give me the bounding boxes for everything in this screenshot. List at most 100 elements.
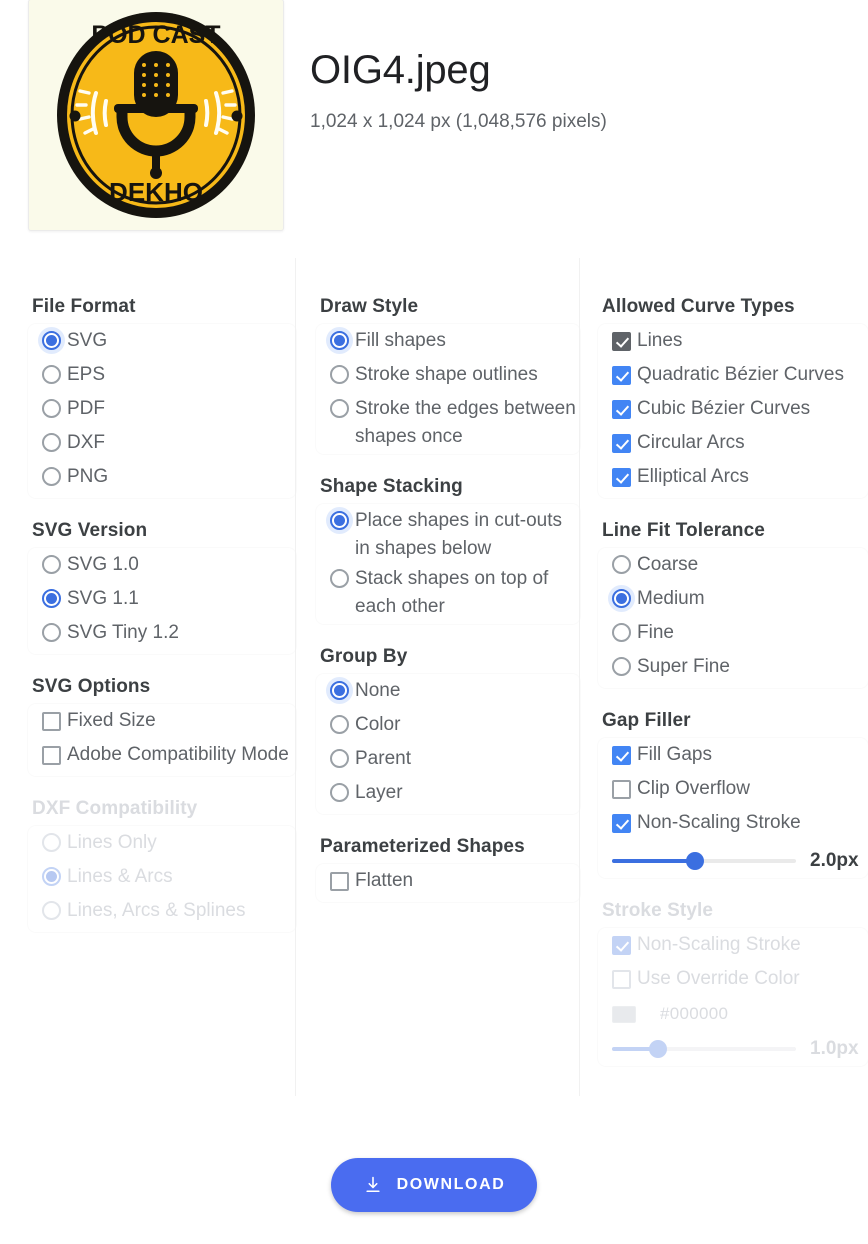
slider-thumb[interactable] — [685, 852, 704, 870]
checkbox-checked[interactable] — [612, 814, 631, 833]
radio-unselected[interactable] — [612, 657, 631, 676]
section-title: Shape Stacking — [320, 476, 463, 497]
export-options-page: POD CAST DEKHO OIG4.jpeg 1,024 x 1,024 p… — [0, 0, 868, 1244]
option-label: Cubic Bézier Curves — [637, 398, 811, 419]
checkbox-unchecked[interactable] — [330, 872, 349, 891]
checkbox-unchecked[interactable] — [42, 712, 61, 731]
radio-selected[interactable] — [39, 328, 64, 353]
option-circular-arcs[interactable]: Circular Arcs — [598, 428, 868, 462]
image-thumbnail[interactable]: POD CAST DEKHO — [28, 0, 284, 231]
radio-unselected[interactable] — [612, 623, 631, 642]
option-clip-overflow[interactable]: Clip Overflow — [598, 774, 868, 808]
section-title: Draw Style — [320, 296, 419, 317]
radio-unselected — [42, 901, 61, 920]
option-medium[interactable]: Medium — [598, 584, 868, 618]
section-title: Allowed Curve Types — [602, 296, 795, 317]
option-stroke-the-edges-between-shapes-once[interactable]: Stroke the edges between shapes once — [316, 394, 580, 452]
option-group: Lines Only Lines & Arcs Lines, Arcs & Spli… — [28, 826, 296, 932]
radio-selected[interactable] — [609, 586, 634, 611]
option-place-shapes-in-cut-outs-in-shapes-below[interactable]: Place shapes in cut-outs in shapes below — [316, 506, 580, 564]
option-lines[interactable]: Lines — [598, 326, 868, 360]
checkbox-checked[interactable] — [612, 468, 631, 487]
option-label: Lines Only — [67, 832, 157, 853]
radio-selected[interactable] — [327, 328, 352, 353]
stroke-width-slider-row: 2.0px — [598, 842, 868, 876]
radio-unselected[interactable] — [330, 569, 349, 588]
radio-selected[interactable] — [327, 508, 352, 533]
radio-unselected[interactable] — [42, 623, 61, 642]
option-label: Circular Arcs — [637, 432, 745, 453]
file-info: OIG4.jpeg 1,024 x 1,024 px (1,048,576 pi… — [284, 0, 607, 133]
checkbox-checked[interactable] — [612, 366, 631, 385]
checkbox-checked[interactable] — [612, 400, 631, 419]
radio-unselected[interactable] — [330, 365, 349, 384]
option-svg[interactable]: SVG — [28, 326, 296, 360]
option-none[interactable]: None — [316, 676, 580, 710]
option-group: Flatten — [316, 864, 580, 902]
radio-unselected[interactable] — [42, 555, 61, 574]
radio-unselected[interactable] — [330, 715, 349, 734]
option-elliptical-arcs[interactable]: Elliptical Arcs — [598, 462, 868, 496]
radio-selected[interactable] — [42, 589, 61, 608]
radio-unselected[interactable] — [42, 365, 61, 384]
option-fill-gaps[interactable]: Fill Gaps — [598, 740, 868, 774]
checkbox-unchecked[interactable] — [612, 780, 631, 799]
radio-unselected[interactable] — [330, 749, 349, 768]
checkbox-checked[interactable] — [612, 434, 631, 453]
radio-unselected — [42, 833, 61, 852]
stroke-width-slider-row: 1.0px — [598, 1030, 868, 1064]
option-pdf[interactable]: PDF — [28, 394, 296, 428]
option-non-scaling-stroke[interactable]: Non-Scaling Stroke — [598, 808, 868, 842]
radio-unselected[interactable] — [42, 433, 61, 452]
option-label: Fine — [637, 622, 674, 643]
section-title: Line Fit Tolerance — [602, 520, 765, 541]
option-group: Non-Scaling Stroke Use Override Color #000… — [598, 928, 868, 1066]
option-svg-tiny-1-2[interactable]: SVG Tiny 1.2 — [28, 618, 296, 652]
download-button[interactable]: DOWNLOAD — [330, 1158, 538, 1212]
radio-unselected[interactable] — [330, 399, 349, 418]
radio-unselected[interactable] — [330, 783, 349, 802]
option-quadratic-b-zier-curves[interactable]: Quadratic Bézier Curves — [598, 360, 868, 394]
option-fixed-size[interactable]: Fixed Size — [28, 706, 296, 740]
option-dxf[interactable]: DXF — [28, 428, 296, 462]
option-stack-shapes-on-top-of-each-other[interactable]: Stack shapes on top of each other — [316, 564, 580, 622]
slider-thumb — [649, 1040, 667, 1058]
option-label: Stroke the edges between shapes once — [355, 398, 576, 447]
section-title: Group By — [320, 646, 408, 667]
radio-unselected[interactable] — [42, 467, 61, 486]
checkbox-checked[interactable] — [612, 332, 631, 351]
option-fill-shapes[interactable]: Fill shapes — [316, 326, 580, 360]
color-hex-label: #000000 — [660, 1004, 729, 1023]
slider-fill — [612, 859, 695, 863]
option-super-fine[interactable]: Super Fine — [598, 652, 868, 686]
stroke-width-slider[interactable] — [612, 852, 796, 870]
checkbox-unchecked[interactable] — [42, 746, 61, 765]
option-eps[interactable]: EPS — [28, 360, 296, 394]
section-file-format: File Format SVG EPS PDF DXF PNG — [28, 296, 296, 498]
option-label: Clip Overflow — [637, 778, 750, 799]
option-svg-1-1[interactable]: SVG 1.1 — [28, 584, 296, 618]
section-title: File Format — [32, 296, 136, 317]
checkbox-checked[interactable] — [612, 746, 631, 765]
radio-selected — [42, 867, 61, 886]
option-stroke-shape-outlines[interactable]: Stroke shape outlines — [316, 360, 580, 394]
option-label: Lines — [637, 330, 683, 351]
footer-bar: DOWNLOAD — [0, 1126, 868, 1244]
radio-selected[interactable] — [327, 678, 352, 703]
option-svg-1-0[interactable]: SVG 1.0 — [28, 550, 296, 584]
color-swatch — [612, 1005, 636, 1023]
option-adobe-compatibility-mode[interactable]: Adobe Compatibility Mode — [28, 740, 296, 774]
radio-unselected[interactable] — [42, 399, 61, 418]
option-label: None — [355, 680, 401, 701]
option-layer[interactable]: Layer — [316, 778, 580, 812]
option-coarse[interactable]: Coarse — [598, 550, 868, 584]
option-parent[interactable]: Parent — [316, 744, 580, 778]
radio-unselected[interactable] — [612, 555, 631, 574]
option-color[interactable]: Color — [316, 710, 580, 744]
option-label: Quadratic Bézier Curves — [637, 364, 844, 385]
option-png[interactable]: PNG — [28, 462, 296, 496]
section-stroke-style: Stroke Style Non-Scaling Stroke Use Overri… — [598, 900, 868, 1066]
option-cubic-b-zier-curves[interactable]: Cubic Bézier Curves — [598, 394, 868, 428]
option-fine[interactable]: Fine — [598, 618, 868, 652]
option-flatten[interactable]: Flatten — [316, 866, 580, 900]
